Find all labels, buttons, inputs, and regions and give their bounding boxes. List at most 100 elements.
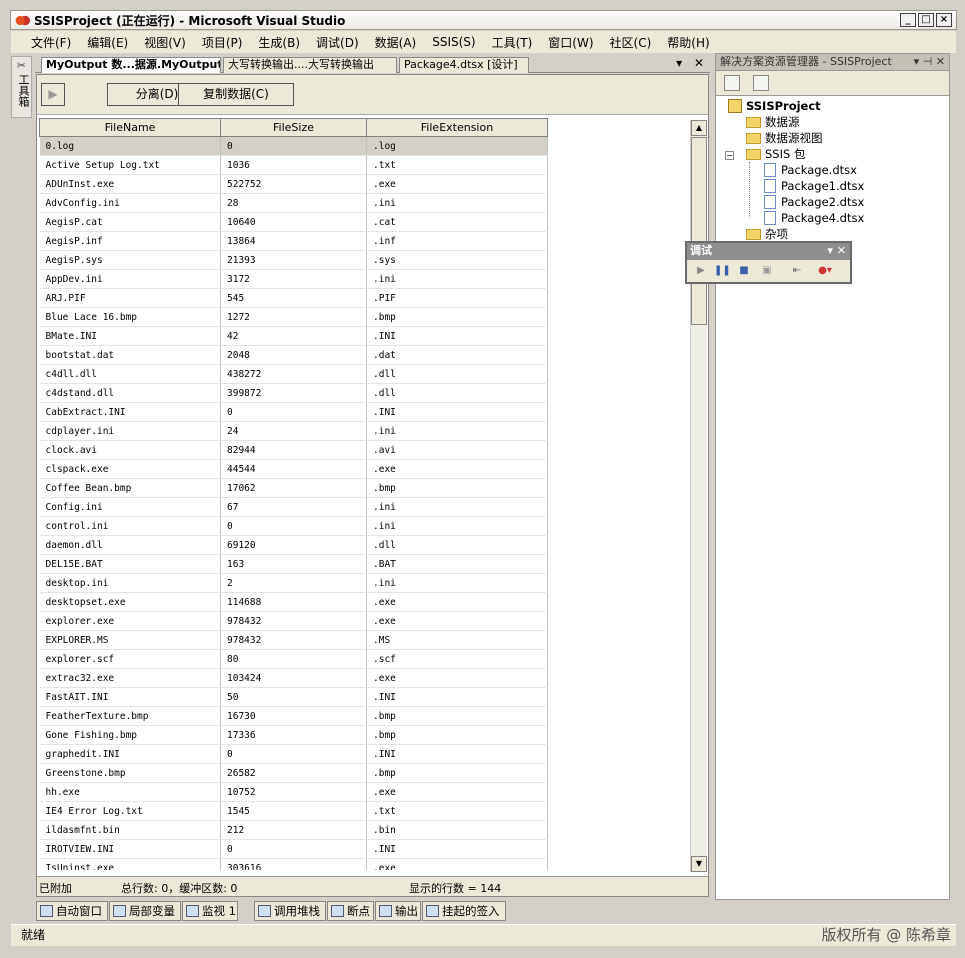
table-row[interactable]: bootstat.dat 2048 .dat <box>39 345 548 365</box>
tree-item-package4[interactable]: Package4.dtsx <box>764 210 864 226</box>
table-row[interactable]: DEL15E.BAT 163 .BAT <box>39 554 548 574</box>
menu-item[interactable]: 文件(F) <box>23 34 79 51</box>
table-row[interactable]: c4dstand.dll 399872 .dll <box>39 383 548 403</box>
table-row[interactable]: Coffee Bean.bmp 17062 .bmp <box>39 478 548 498</box>
toolbox-tab[interactable]: ✂ 工具箱 <box>11 56 32 118</box>
table-row[interactable]: Blue Lace 16.bmp 1272 .bmp <box>39 307 548 327</box>
restart-icon[interactable]: ▣ <box>759 263 775 279</box>
table-row[interactable]: AdvConfig.ini 28 .ini <box>39 193 548 213</box>
tree-item-misc[interactable]: 杂项 <box>746 226 788 242</box>
tab-uppercase-output[interactable]: 大写转换输出....大写转换输出 <box>223 57 397 73</box>
table-row[interactable]: control.ini 0 .ini <box>39 516 548 536</box>
table-row[interactable]: Active Setup Log.txt 1036 .txt <box>39 155 548 175</box>
tab-myoutput[interactable]: MyOutput 数...据源.MyOutput <box>41 57 221 73</box>
tab-autos[interactable]: 自动窗口 <box>36 901 108 921</box>
breakpoints-icon[interactable]: ●▾ <box>817 263 833 279</box>
table-cell: 28 <box>220 193 367 213</box>
tree-item-package1[interactable]: Package1.dtsx <box>764 178 864 194</box>
continue-icon[interactable]: ▶ <box>693 263 709 279</box>
menu-item[interactable]: 窗口(W) <box>540 34 601 51</box>
stop-icon[interactable]: ■ <box>736 263 752 279</box>
table-row[interactable]: AegisP.sys 21393 .sys <box>39 250 548 270</box>
tree-item-ssis-packages[interactable]: SSIS 包 <box>746 146 805 162</box>
menu-item[interactable]: 编辑(E) <box>79 34 136 51</box>
table-row[interactable]: EXPLORER.MS 978432 .MS <box>39 630 548 650</box>
menu-item[interactable]: 项目(P) <box>194 34 251 51</box>
table-row[interactable]: clock.avi 82944 .avi <box>39 440 548 460</box>
table-row[interactable]: cdplayer.ini 24 .ini <box>39 421 548 441</box>
show-all-files-icon[interactable] <box>753 75 769 91</box>
menu-item[interactable]: 视图(V) <box>136 34 194 51</box>
table-row[interactable]: daemon.dll 69120 .dll <box>39 535 548 555</box>
pause-icon[interactable]: ❚❚ <box>714 263 731 279</box>
table-row[interactable]: desktopset.exe 114688 .exe <box>39 592 548 612</box>
tab-watch1[interactable]: 监视 1 <box>182 901 238 921</box>
pane-controls[interactable]: ▾ ⊣ ✕ <box>914 54 945 70</box>
tree-item-package2[interactable]: Package2.dtsx <box>764 194 864 210</box>
scroll-down-icon[interactable]: ▼ <box>691 856 707 872</box>
table-row[interactable]: c4dll.dll 438272 .dll <box>39 364 548 384</box>
close-document-icon[interactable]: ✕ <box>694 56 704 70</box>
table-row[interactable]: IsUninst.exe 303616 .exe <box>39 858 548 870</box>
column-header[interactable]: FileSize <box>220 118 367 137</box>
table-row[interactable]: desktop.ini 2 .ini <box>39 573 548 593</box>
table-row[interactable]: FeatherTexture.bmp 16730 .bmp <box>39 706 548 726</box>
properties-icon[interactable] <box>724 75 740 91</box>
tree-item-package[interactable]: Package.dtsx <box>764 162 857 178</box>
show-next-statement-icon[interactable]: ⇤ <box>789 263 805 279</box>
menu-item[interactable]: 社区(C) <box>602 34 660 51</box>
table-row[interactable]: AegisP.cat 10640 .cat <box>39 212 548 232</box>
column-header[interactable]: FileExtension <box>366 118 548 137</box>
tab-locals[interactable]: 局部变量 <box>109 901 181 921</box>
maximize-button[interactable]: □ <box>918 13 934 27</box>
table-cell: 114688 <box>220 592 367 612</box>
table-row[interactable]: explorer.scf 80 .scf <box>39 649 548 669</box>
table-row[interactable]: extrac32.exe 103424 .exe <box>39 668 548 688</box>
menu-item[interactable]: 调试(D) <box>308 34 367 51</box>
table-row[interactable]: ildasmfnt.bin 212 .bin <box>39 820 548 840</box>
table-row[interactable]: AppDev.ini 3172 .ini <box>39 269 548 289</box>
tab-pending-checkins[interactable]: 挂起的签入 <box>422 901 506 921</box>
collapse-icon[interactable]: − <box>725 151 734 160</box>
tree-item-datasources[interactable]: 数据源 <box>746 114 800 130</box>
toolbar-controls[interactable]: ▾ ✕ <box>827 243 846 259</box>
tab-breakpoints[interactable]: 断点 <box>327 901 374 921</box>
tab-package4[interactable]: Package4.dtsx [设计] <box>399 57 529 73</box>
table-row[interactable]: 0.log 0 .log <box>39 136 548 156</box>
menu-item[interactable]: 工具(T) <box>484 34 541 51</box>
table-row[interactable]: hh.exe 10752 .exe <box>39 782 548 802</box>
tab-call-stack[interactable]: 调用堆栈 <box>254 901 326 921</box>
dropdown-icon[interactable]: ▾ <box>676 56 682 70</box>
close-button[interactable]: × <box>936 13 952 27</box>
table-row[interactable]: ADUnInst.exe 522752 .exe <box>39 174 548 194</box>
tab-output[interactable]: 输出 <box>375 901 421 921</box>
data-grid[interactable]: FileName FileSize FileExtension 0.log 0 .log… <box>39 118 691 870</box>
menu-item[interactable]: SSIS(S) <box>424 35 483 49</box>
table-row[interactable]: explorer.exe 978432 .exe <box>39 611 548 631</box>
column-header[interactable]: FileName <box>39 118 221 137</box>
table-row[interactable]: FastAIT.INI 50 .INI <box>39 687 548 707</box>
tree-item-dsv[interactable]: 数据源视图 <box>746 130 823 146</box>
table-row[interactable]: BMate.INI 42 .INI <box>39 326 548 346</box>
minimize-button[interactable]: _ <box>900 13 916 27</box>
table-row[interactable]: clspack.exe 44544 .exe <box>39 459 548 479</box>
table-row[interactable]: Gone Fishing.bmp 17336 .bmp <box>39 725 548 745</box>
table-row[interactable]: Config.ini 67 .ini <box>39 497 548 517</box>
table-row[interactable]: ARJ.PIF 545 .PIF <box>39 288 548 308</box>
table-row[interactable]: CabExtract.INI 0 .INI <box>39 402 548 422</box>
vertical-scrollbar[interactable]: ▲ ▼ <box>690 120 707 872</box>
scroll-thumb[interactable] <box>691 137 707 325</box>
menu-item[interactable]: 生成(B) <box>250 34 308 51</box>
scroll-up-icon[interactable]: ▲ <box>691 120 707 136</box>
table-row[interactable]: IE4 Error Log.txt 1545 .txt <box>39 801 548 821</box>
table-row[interactable]: Greenstone.bmp 26582 .bmp <box>39 763 548 783</box>
project-node[interactable]: SSISProject <box>728 98 821 114</box>
table-row[interactable]: graphedit.INI 0 .INI <box>39 744 548 764</box>
toolbox-icon: ✂ <box>16 59 27 72</box>
copy-data-button[interactable]: 复制数据(C) <box>178 83 294 106</box>
play-button[interactable]: ▶ <box>41 83 65 106</box>
table-row[interactable]: IROTVIEW.INI 0 .INI <box>39 839 548 859</box>
menu-item[interactable]: 帮助(H) <box>659 34 717 51</box>
table-row[interactable]: AegisP.inf 13864 .inf <box>39 231 548 251</box>
menu-item[interactable]: 数据(A) <box>367 34 425 51</box>
